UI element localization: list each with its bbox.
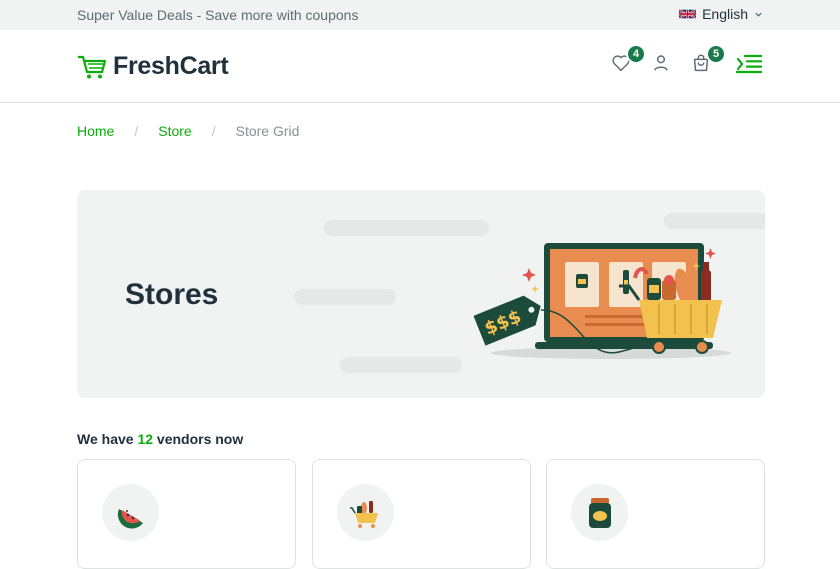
breadcrumb-separator: / [211,123,216,139]
store-card[interactable] [546,459,765,569]
store-logo [571,484,628,541]
top-bar: Super Value Deals - Save more with coupo… [0,0,840,30]
language-label: English [702,6,748,22]
vendor-count-number: 12 [137,431,154,447]
language-selector[interactable]: English [679,6,763,22]
page-title: Stores [125,278,219,311]
grocery-cart-icon [349,500,378,528]
store-card[interactable] [77,459,296,569]
menu-icon [735,54,763,74]
menu-toggle-button[interactable] [735,52,763,76]
vendor-count-suffix: vendors now [156,431,244,447]
store-logo [102,484,159,541]
stores-hero-banner: Stores $$$ [77,190,765,398]
jar-icon [588,497,611,528]
breadcrumb-store-link[interactable]: Store [158,123,191,139]
vendor-count-text: We have 12 vendors now [77,431,243,447]
cart-button[interactable]: 5 [690,44,726,76]
brand-name: FreshCart [113,52,229,80]
breadcrumb-separator: / [134,123,139,139]
store-logo [337,484,394,541]
uk-flag-icon [679,8,697,20]
chevron-down-icon [755,12,762,17]
wishlist-count-badge: 4 [626,44,646,64]
decorative-bar [294,289,396,305]
main-header: FreshCart 4 5 [0,30,840,103]
promo-text: Super Value Deals - Save more with coupo… [77,7,359,23]
watermelon-icon [117,508,143,529]
shopping-cart-icon [78,55,107,78]
decorative-bar [664,213,765,229]
wishlist-button[interactable]: 4 [610,44,646,76]
header-actions: 4 5 [610,44,763,76]
breadcrumb: Home / Store / Store Grid [77,123,299,139]
online-shopping-illustration: $$$ [473,243,731,359]
brand-logo[interactable]: FreshCart [77,52,229,81]
decorative-bar [324,220,489,236]
breadcrumb-current: Store Grid [235,123,300,139]
cart-count-badge: 5 [706,44,726,64]
account-button[interactable] [650,52,674,76]
user-icon [654,55,668,71]
store-card[interactable] [312,459,531,569]
decorative-bar [340,357,462,373]
vendor-count-prefix: We have [77,431,134,447]
breadcrumb-home-link[interactable]: Home [77,123,114,139]
